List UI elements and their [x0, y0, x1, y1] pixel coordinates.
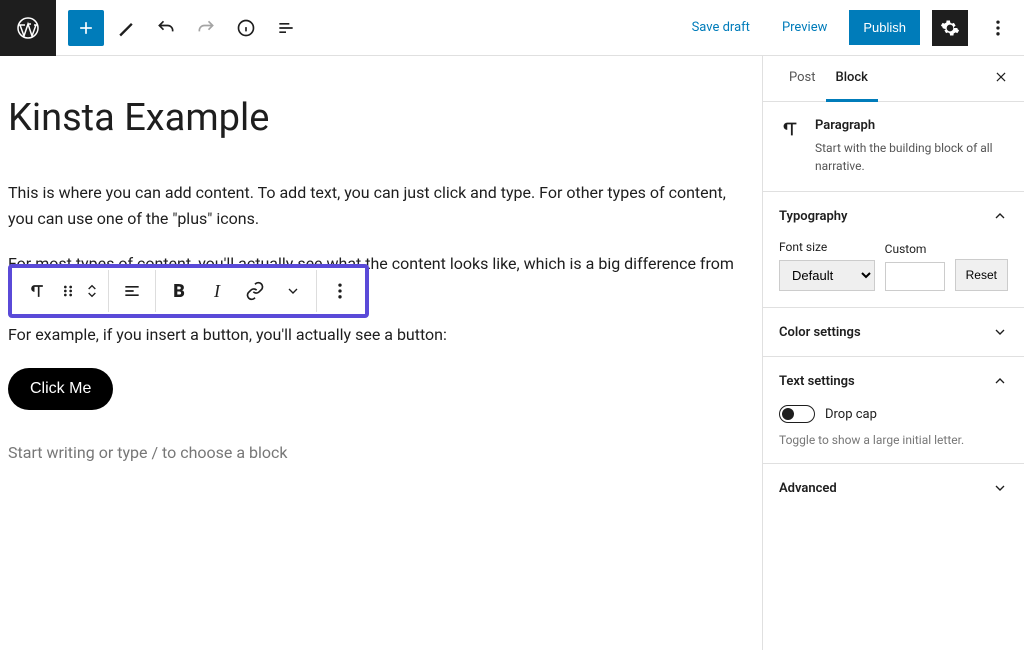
- post-title[interactable]: Kinsta Example: [8, 96, 762, 140]
- block-toolbar: B I: [8, 264, 369, 318]
- text-settings-panel: Text settings Drop cap Toggle to show a …: [763, 356, 1024, 463]
- paragraph-block[interactable]: This is where you can add content. To ad…: [8, 180, 748, 231]
- drop-cap-hint: Toggle to show a large initial letter.: [779, 433, 1008, 447]
- button-block[interactable]: Click Me: [8, 368, 113, 410]
- chevron-down-icon: [992, 324, 1008, 340]
- drop-cap-toggle[interactable]: [779, 405, 815, 423]
- typography-panel-toggle[interactable]: Typography: [763, 192, 1024, 240]
- top-toolbar: Save draft Preview Publish: [0, 0, 1024, 56]
- close-sidebar-button[interactable]: [994, 56, 1008, 101]
- redo-button[interactable]: [188, 10, 224, 46]
- undo-button[interactable]: [148, 10, 184, 46]
- toolbar-right: Save draft Preview Publish: [682, 10, 1024, 46]
- drag-handle[interactable]: [56, 270, 80, 312]
- custom-size-input[interactable]: [885, 262, 945, 291]
- typography-panel: Typography Font size Default Custom Rese…: [763, 191, 1024, 307]
- settings-button[interactable]: [932, 10, 968, 46]
- settings-sidebar: Post Block Paragraph Start with the buil…: [762, 56, 1024, 650]
- tools-button[interactable]: [108, 10, 144, 46]
- reset-button[interactable]: Reset: [955, 259, 1008, 291]
- chevron-up-icon: [992, 208, 1008, 224]
- advanced-panel-toggle[interactable]: Advanced: [763, 464, 1024, 512]
- preview-button[interactable]: Preview: [772, 14, 837, 41]
- paragraph-icon: [779, 118, 801, 175]
- tab-block[interactable]: Block: [826, 56, 878, 102]
- move-buttons[interactable]: [80, 270, 104, 312]
- chevron-down-icon: [992, 480, 1008, 496]
- more-options-button[interactable]: [980, 10, 1016, 46]
- wordpress-logo[interactable]: [0, 0, 56, 56]
- toolbar-left: [56, 10, 304, 46]
- post-content: This is where you can add content. To ad…: [8, 180, 762, 466]
- color-panel-toggle[interactable]: Color settings: [763, 308, 1024, 356]
- tab-post[interactable]: Post: [779, 56, 826, 101]
- italic-button[interactable]: I: [198, 270, 236, 312]
- advanced-panel: Advanced: [763, 463, 1024, 512]
- drop-cap-label: Drop cap: [825, 407, 877, 422]
- block-type-button[interactable]: [18, 270, 56, 312]
- text-settings-panel-toggle[interactable]: Text settings: [763, 357, 1024, 405]
- info-button[interactable]: [228, 10, 264, 46]
- block-name: Paragraph: [815, 118, 1008, 133]
- publish-button[interactable]: Publish: [849, 10, 920, 45]
- paragraph-block[interactable]: For example, if you insert a button, you…: [8, 322, 748, 348]
- more-formatting-button[interactable]: [274, 270, 312, 312]
- add-block-button[interactable]: [68, 10, 104, 46]
- block-description: Start with the building block of all nar…: [815, 139, 1008, 175]
- color-panel: Color settings: [763, 307, 1024, 356]
- sidebar-tabs: Post Block: [763, 56, 1024, 102]
- editor-canvas[interactable]: Kinsta Example This is where you can add…: [0, 56, 762, 650]
- chevron-up-icon: [992, 373, 1008, 389]
- block-info: Paragraph Start with the building block …: [763, 102, 1024, 191]
- font-size-label: Font size: [779, 240, 875, 254]
- font-size-select[interactable]: Default: [779, 260, 875, 291]
- custom-size-label: Custom: [885, 242, 945, 256]
- align-button[interactable]: [113, 270, 151, 312]
- bold-button[interactable]: B: [160, 270, 198, 312]
- link-button[interactable]: [236, 270, 274, 312]
- outline-button[interactable]: [268, 10, 304, 46]
- main-area: Kinsta Example This is where you can add…: [0, 56, 1024, 650]
- empty-block-placeholder[interactable]: Start writing or type / to choose a bloc…: [8, 440, 748, 466]
- save-draft-button[interactable]: Save draft: [682, 14, 760, 41]
- block-more-button[interactable]: [321, 270, 359, 312]
